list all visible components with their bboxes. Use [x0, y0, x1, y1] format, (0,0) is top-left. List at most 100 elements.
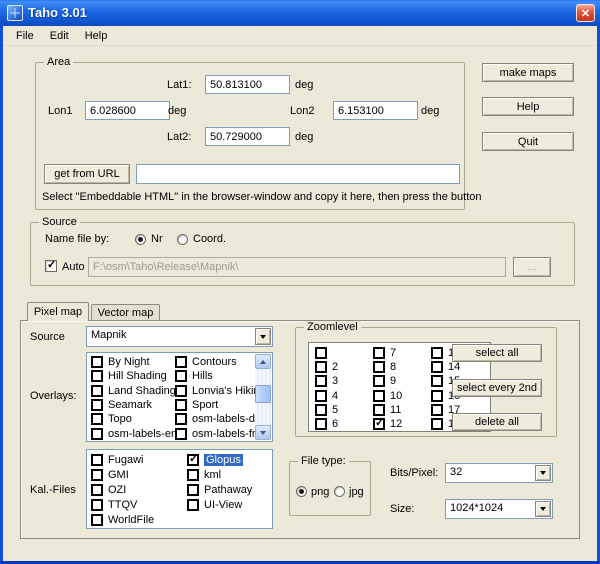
radio-nr[interactable]	[135, 234, 146, 245]
radio-png[interactable]	[296, 486, 307, 497]
checkbox-item-9[interactable]: 9	[373, 374, 431, 388]
checkbox[interactable]	[187, 454, 199, 466]
checkbox-item-7[interactable]: 7	[373, 346, 431, 360]
checkbox[interactable]	[91, 413, 103, 425]
checkbox[interactable]	[91, 370, 103, 382]
bits-pixel-dropdown-icon[interactable]	[535, 465, 551, 481]
checkbox-item-8[interactable]: 8	[373, 360, 431, 374]
radio-coord[interactable]	[177, 234, 188, 245]
checkbox[interactable]	[91, 399, 103, 411]
help-button[interactable]: Help	[482, 97, 574, 116]
checkbox-item-contours[interactable]: Contours	[175, 355, 257, 369]
checkbox-item-pathaway[interactable]: Pathaway	[187, 482, 267, 497]
checkbox-item-kml[interactable]: kml	[187, 467, 267, 482]
menu-help[interactable]: Help	[77, 28, 116, 44]
url-input[interactable]	[136, 164, 460, 184]
checkbox[interactable]	[175, 413, 187, 425]
menu-edit[interactable]: Edit	[42, 28, 77, 44]
checkbox[interactable]	[373, 404, 385, 416]
checkbox-item-by-night[interactable]: By Night	[91, 355, 175, 369]
checkbox[interactable]	[431, 375, 443, 387]
checkbox-item-11[interactable]: 11	[373, 403, 431, 417]
tab-vector-map[interactable]: Vector map	[91, 304, 160, 321]
checkbox[interactable]	[315, 375, 327, 387]
checkbox[interactable]	[91, 499, 103, 511]
scrollbar-thumb[interactable]	[255, 385, 271, 403]
checkbox-item-land-shading[interactable]: Land Shading	[91, 384, 175, 398]
checkbox-item-4[interactable]: 4	[315, 389, 373, 403]
select-every-2nd-button[interactable]: select every 2nd	[452, 379, 542, 397]
checkbox-item-10[interactable]: 10	[373, 389, 431, 403]
get-from-url-button[interactable]: get from URL	[44, 164, 130, 184]
auto-checkbox[interactable]	[45, 260, 57, 272]
lat2-input[interactable]	[205, 127, 290, 146]
size-dropdown-icon[interactable]	[535, 501, 551, 517]
checkbox-item-12[interactable]: 12	[373, 417, 431, 431]
checkbox[interactable]	[91, 514, 103, 526]
checkbox[interactable]	[91, 484, 103, 496]
checkbox-item-fugawi[interactable]: Fugawi	[91, 452, 187, 467]
checkbox-item-5[interactable]: 5	[315, 403, 373, 417]
radio-jpg[interactable]	[334, 486, 345, 497]
checkbox[interactable]	[315, 390, 327, 402]
checkbox-item-seamark[interactable]: Seamark	[91, 398, 175, 412]
select-all-button[interactable]: select all	[452, 344, 542, 362]
checkbox-item-osm-labels-de[interactable]: osm-labels-de	[175, 412, 257, 426]
checkbox-item-ozi[interactable]: OZI	[91, 482, 187, 497]
checkbox[interactable]	[431, 361, 443, 373]
checkbox-item-hill-shading[interactable]: Hill Shading	[91, 369, 175, 383]
checkbox-item-gmi[interactable]: GMI	[91, 467, 187, 482]
overlays-scrollbar[interactable]	[255, 354, 271, 440]
tab-pixel-map[interactable]: Pixel map	[27, 302, 89, 321]
checkbox[interactable]	[175, 356, 187, 368]
checkbox-item-osm-labels-fr[interactable]: osm-labels-fr	[175, 426, 257, 440]
checkbox[interactable]	[187, 484, 199, 496]
checkbox[interactable]	[431, 404, 443, 416]
checkbox[interactable]	[373, 361, 385, 373]
lon2-input[interactable]	[333, 101, 418, 120]
checkbox[interactable]	[187, 469, 199, 481]
checkbox[interactable]	[373, 347, 385, 359]
scroll-up-icon[interactable]	[255, 354, 271, 369]
checkbox[interactable]	[315, 347, 327, 359]
checkbox[interactable]	[315, 418, 327, 430]
checkbox[interactable]	[175, 370, 187, 382]
checkbox[interactable]	[431, 418, 443, 430]
checkbox-item-ui-view[interactable]: UI-View	[187, 497, 267, 512]
checkbox[interactable]	[373, 375, 385, 387]
menu-file[interactable]: File	[8, 28, 42, 44]
checkbox-item-ttqv[interactable]: TTQV	[91, 497, 187, 512]
checkbox-item-sport[interactable]: Sport	[175, 398, 257, 412]
checkbox-item-osm-labels-en[interactable]: osm-labels-en	[91, 426, 175, 440]
checkbox-item-blank[interactable]	[315, 346, 373, 360]
checkbox[interactable]	[315, 404, 327, 416]
checkbox[interactable]	[373, 418, 385, 430]
checkbox[interactable]	[91, 356, 103, 368]
delete-all-button[interactable]: delete all	[452, 413, 542, 431]
lon1-input[interactable]	[85, 101, 170, 120]
checkbox-item-worldfile[interactable]: WorldFile	[91, 512, 187, 527]
checkbox[interactable]	[373, 390, 385, 402]
checkbox[interactable]	[187, 499, 199, 511]
checkbox[interactable]	[175, 399, 187, 411]
checkbox[interactable]	[175, 385, 187, 397]
checkbox-item-3[interactable]: 3	[315, 374, 373, 388]
source-combobox[interactable]: Mapnik	[86, 326, 273, 347]
checkbox[interactable]	[431, 347, 443, 359]
checkbox-item-lonvia-s-hiking[interactable]: Lonvia's Hiking	[175, 384, 257, 398]
checkbox-item-6[interactable]: 6	[315, 417, 373, 431]
close-button[interactable]: ✕	[576, 4, 595, 22]
checkbox[interactable]	[91, 428, 103, 440]
checkbox-item-topo[interactable]: Topo	[91, 412, 175, 426]
checkbox-item-2[interactable]: 2	[315, 360, 373, 374]
quit-button[interactable]: Quit	[482, 132, 574, 151]
checkbox[interactable]	[175, 428, 187, 440]
checkbox[interactable]	[91, 385, 103, 397]
bits-pixel-combobox[interactable]: 32	[445, 463, 553, 483]
make-maps-button[interactable]: make maps	[482, 63, 574, 82]
lat1-input[interactable]	[205, 75, 290, 94]
size-combobox[interactable]: 1024*1024	[445, 499, 553, 519]
checkbox-item-14[interactable]: 14	[431, 360, 489, 374]
checkbox[interactable]	[91, 454, 103, 466]
checkbox-item-hills[interactable]: Hills	[175, 369, 257, 383]
